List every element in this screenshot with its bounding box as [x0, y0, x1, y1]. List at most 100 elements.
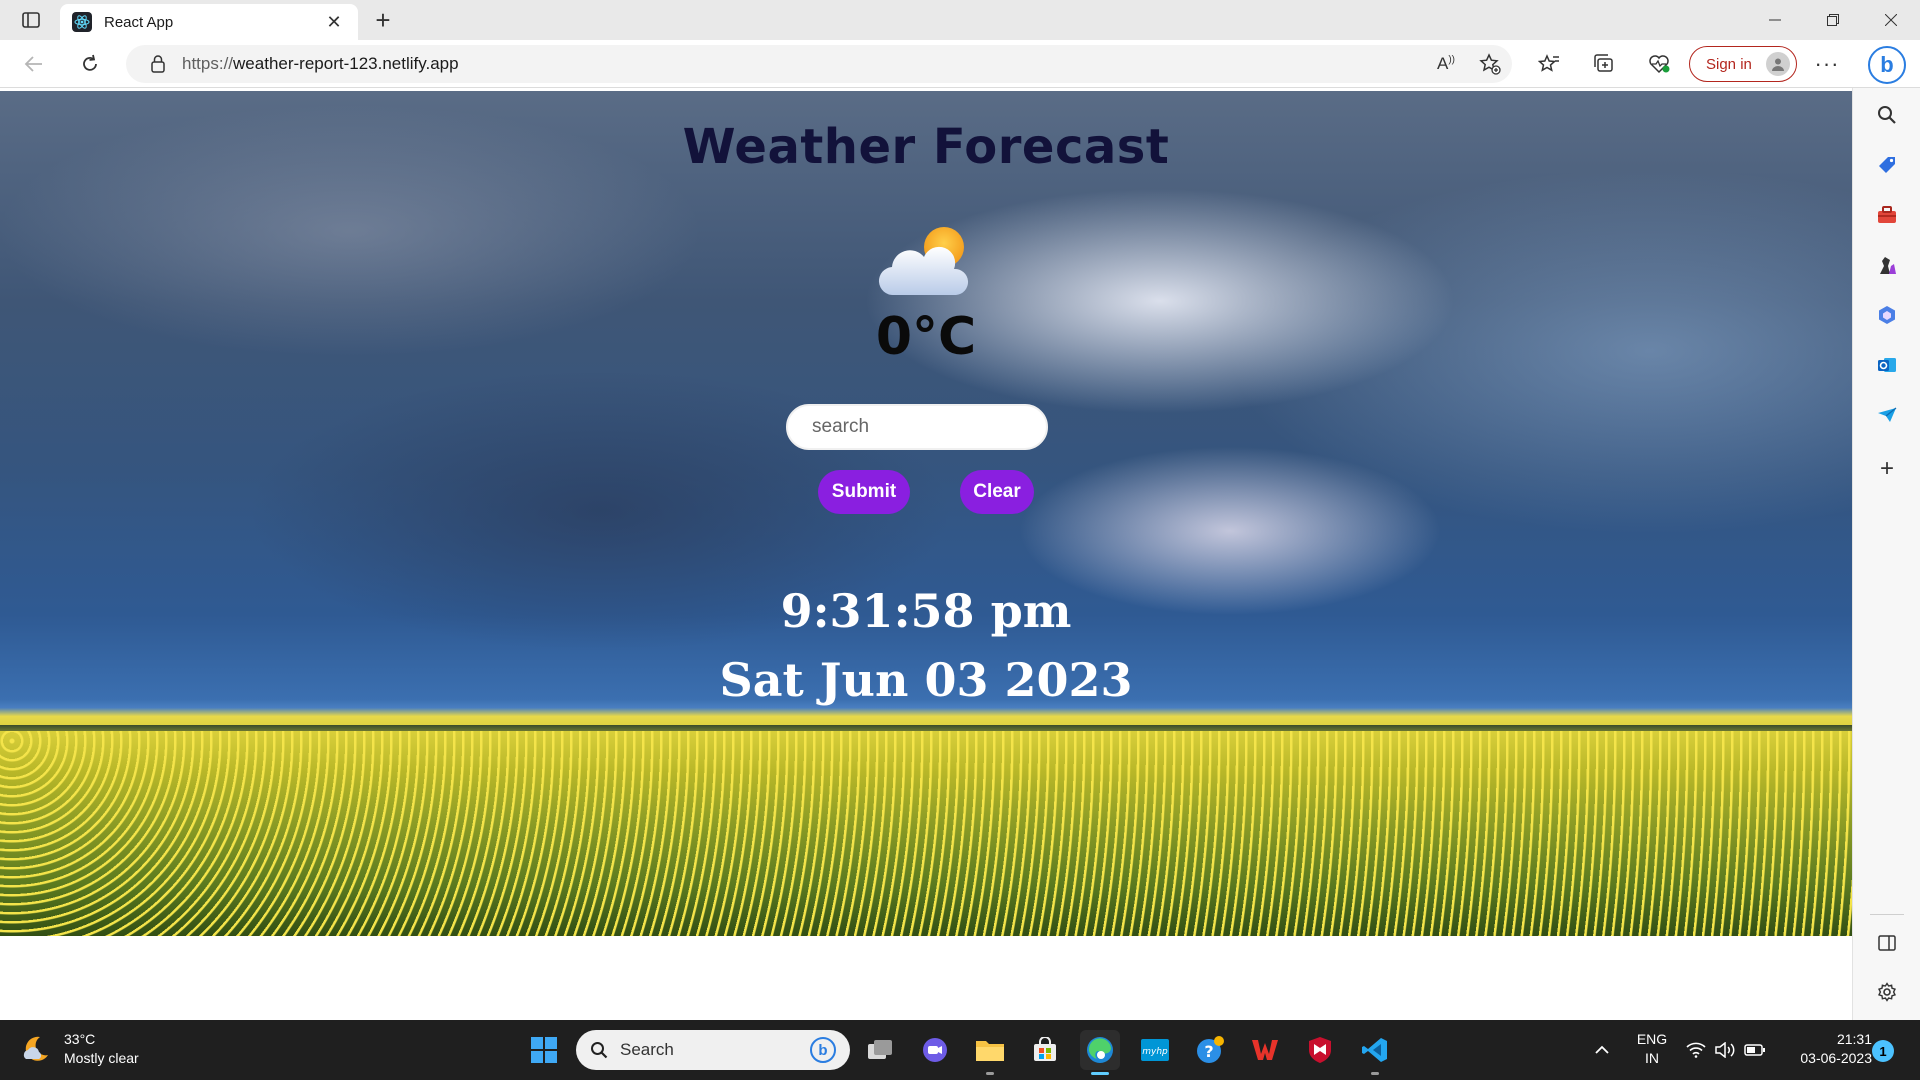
browser-essentials-button[interactable]	[1641, 48, 1677, 80]
task-view-icon	[868, 1040, 892, 1059]
file-explorer-button[interactable]	[970, 1030, 1010, 1070]
minimize-icon	[1769, 19, 1781, 21]
restore-icon	[1827, 14, 1839, 26]
windows-logo-icon	[531, 1037, 557, 1063]
teams-chat-button[interactable]	[915, 1030, 955, 1070]
hide-sidebar-button[interactable]	[1872, 928, 1902, 958]
browser-tab[interactable]: React App ✕	[60, 4, 358, 40]
sign-in-label: Sign in	[1706, 55, 1752, 73]
tab-actions-icon	[22, 12, 40, 28]
sidebar-shopping-button[interactable]	[1872, 150, 1902, 180]
taskbar-weather-widget[interactable]: 33°C Mostly clear	[20, 1030, 139, 1068]
svg-text:?: ?	[1204, 1042, 1213, 1061]
sidebar-m365-button[interactable]	[1872, 300, 1902, 330]
sign-in-button[interactable]: Sign in	[1689, 46, 1797, 82]
sidebar-search-button[interactable]	[1872, 100, 1902, 130]
sidebar-settings-button[interactable]	[1872, 977, 1902, 1007]
window-controls	[1746, 0, 1920, 40]
task-view-button[interactable]	[860, 1030, 900, 1070]
quick-settings-button[interactable]	[1676, 1030, 1776, 1070]
search-icon	[591, 1042, 608, 1059]
taskbar-search-box[interactable]: Search b	[576, 1030, 850, 1070]
lock-icon[interactable]	[146, 55, 170, 73]
svg-text:myhp: myhp	[1142, 1047, 1168, 1057]
back-arrow-icon	[24, 56, 42, 72]
clear-button[interactable]: Clear	[960, 470, 1034, 514]
input-language-indicator[interactable]: ENG IN	[1628, 1030, 1676, 1068]
notification-badge[interactable]: 1	[1872, 1040, 1894, 1062]
sidebar-outlook-button[interactable]	[1872, 350, 1902, 380]
app-title: Weather Forecast	[682, 119, 1170, 175]
tab-actions-button[interactable]	[14, 7, 48, 33]
file-explorer-running-indicator	[986, 1072, 994, 1075]
wps-office-icon	[1252, 1040, 1278, 1060]
paper-plane-icon	[1878, 407, 1897, 422]
wifi-icon	[1686, 1042, 1706, 1058]
windows-taskbar: 33°C Mostly clear Search b myhp ? ENG IN…	[0, 1020, 1920, 1080]
vscode-button[interactable]	[1355, 1030, 1395, 1070]
current-time: 9:31:58 pm	[780, 584, 1072, 638]
collections-icon	[1594, 54, 1613, 72]
myhp-button[interactable]: myhp	[1135, 1030, 1175, 1070]
myhp-icon: myhp	[1141, 1039, 1169, 1061]
edge-browser-icon	[1087, 1037, 1113, 1063]
url-host: weather-report-123.netlify.app	[233, 54, 459, 73]
battery-icon	[1744, 1044, 1765, 1056]
start-button[interactable]	[524, 1030, 564, 1070]
taskbar-clock-time: 21:31	[1836, 1031, 1872, 1047]
tab-close-icon[interactable]: ✕	[322, 12, 346, 33]
url-text[interactable]: https://weather-report-123.netlify.app	[182, 54, 1424, 74]
microsoft-365-icon	[1879, 306, 1895, 324]
edge-active-indicator	[1091, 1072, 1109, 1075]
more-dots-icon: ···	[1814, 51, 1840, 76]
collections-button[interactable]	[1586, 48, 1622, 80]
restore-button[interactable]	[1804, 0, 1862, 40]
wps-office-button[interactable]	[1245, 1030, 1285, 1070]
taskbar-search-label: Search	[620, 1040, 674, 1059]
read-aloud-button[interactable]: A))	[1424, 45, 1468, 83]
current-date: Sat Jun 03 2023	[719, 653, 1133, 707]
page-viewport: Weather Forecast 0°C Submit Clear 9:31:5…	[0, 89, 1852, 1020]
panel-toggle-icon	[1878, 935, 1896, 951]
sidebar-drop-button[interactable]	[1872, 400, 1902, 430]
taskbar-clock-date: 03-06-2023	[1800, 1050, 1872, 1066]
bing-chat-button[interactable]: b	[1868, 46, 1906, 84]
show-hidden-icons-button[interactable]	[1582, 1030, 1622, 1070]
tab-title: React App	[104, 13, 174, 31]
new-tab-button[interactable]: +	[368, 5, 398, 35]
profile-avatar-icon	[1766, 52, 1790, 76]
chess-piece-icon	[1880, 257, 1896, 274]
language-line-2: IN	[1645, 1050, 1659, 1066]
close-window-button[interactable]	[1862, 0, 1920, 40]
outlook-icon	[1878, 358, 1896, 372]
bing-icon: b	[810, 1037, 836, 1063]
sidebar-tools-button[interactable]	[1872, 200, 1902, 230]
settings-and-more-button[interactable]: ···	[1809, 48, 1845, 80]
search-icon	[1878, 106, 1896, 124]
taskbar-clock[interactable]: 21:31 03-06-2023	[1780, 1030, 1872, 1068]
refresh-button[interactable]	[72, 48, 108, 80]
bing-icon: b	[1880, 52, 1894, 77]
moon-cloud-icon	[23, 1036, 48, 1061]
minimize-button[interactable]	[1746, 0, 1804, 40]
read-aloud-icon: A))	[1436, 54, 1455, 73]
toolbox-icon	[1878, 206, 1896, 223]
sidebar-games-button[interactable]	[1872, 250, 1902, 280]
submit-button[interactable]: Submit	[818, 470, 910, 514]
back-button[interactable]	[16, 48, 52, 80]
city-search-input[interactable]	[786, 404, 1048, 450]
edge-taskbar-button[interactable]	[1080, 1030, 1120, 1070]
microsoft-store-button[interactable]	[1025, 1030, 1065, 1070]
favorites-button[interactable]	[1531, 48, 1567, 80]
url-bar[interactable]: https://weather-report-123.netlify.app A…	[126, 45, 1512, 83]
mcafee-button[interactable]	[1300, 1030, 1340, 1070]
temperature-value: 0°C	[875, 307, 977, 367]
weather-app: Weather Forecast 0°C Submit Clear 9:31:5…	[0, 89, 1852, 934]
partly-cloudy-icon	[878, 227, 969, 296]
get-help-button[interactable]: ?	[1190, 1030, 1230, 1070]
react-favicon-icon	[72, 12, 92, 32]
add-favorite-button[interactable]	[1468, 45, 1512, 83]
taskbar-weather-desc: Mostly clear	[64, 1050, 139, 1066]
plus-icon: +	[1879, 455, 1894, 482]
sidebar-add-button[interactable]: +	[1872, 454, 1902, 484]
